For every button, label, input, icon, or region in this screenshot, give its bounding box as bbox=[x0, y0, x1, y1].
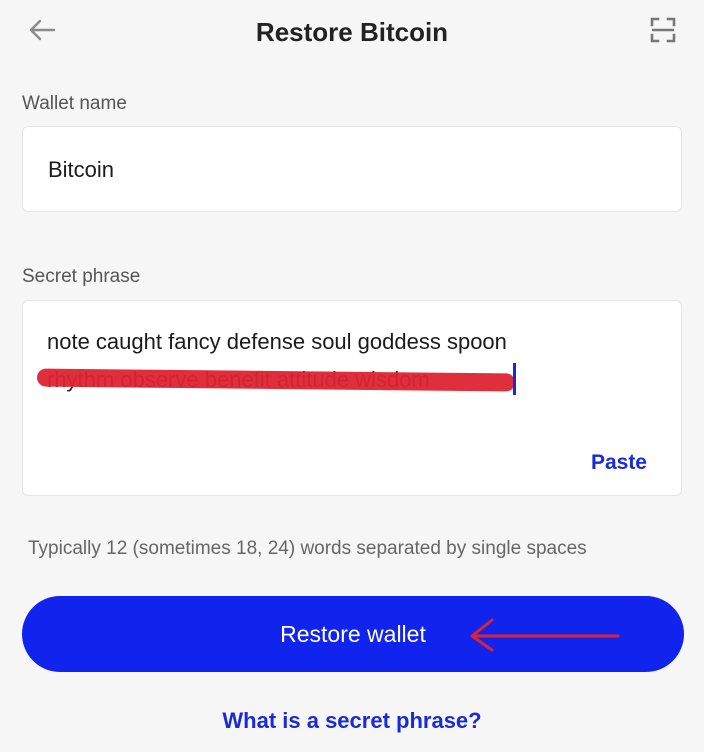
text-caret bbox=[513, 363, 516, 395]
restore-wallet-label: Restore wallet bbox=[280, 620, 426, 647]
secret-phrase-label: Secret phrase bbox=[22, 266, 141, 287]
secret-phrase-field[interactable]: note caught fancy defense soul goddess s… bbox=[22, 300, 682, 496]
what-is-secret-phrase-link[interactable]: What is a secret phrase? bbox=[0, 708, 704, 734]
scan-qr-button[interactable] bbox=[646, 14, 680, 50]
annotation-arrow-icon bbox=[466, 616, 622, 652]
page-title: Restore Bitcoin bbox=[255, 17, 449, 47]
scan-qr-icon bbox=[650, 17, 676, 48]
wallet-name-label: Wallet name bbox=[22, 93, 127, 114]
wallet-name-field[interactable]: Bitcoin bbox=[22, 126, 682, 212]
secret-phrase-hint: Typically 12 (sometimes 18, 24) words se… bbox=[28, 538, 587, 559]
top-bar: Restore Bitcoin bbox=[0, 0, 704, 70]
paste-button[interactable]: Paste bbox=[591, 451, 647, 475]
wallet-name-value: Bitcoin bbox=[48, 157, 115, 182]
secret-phrase-line-1: note caught fancy defense soul goddess s… bbox=[47, 329, 507, 354]
